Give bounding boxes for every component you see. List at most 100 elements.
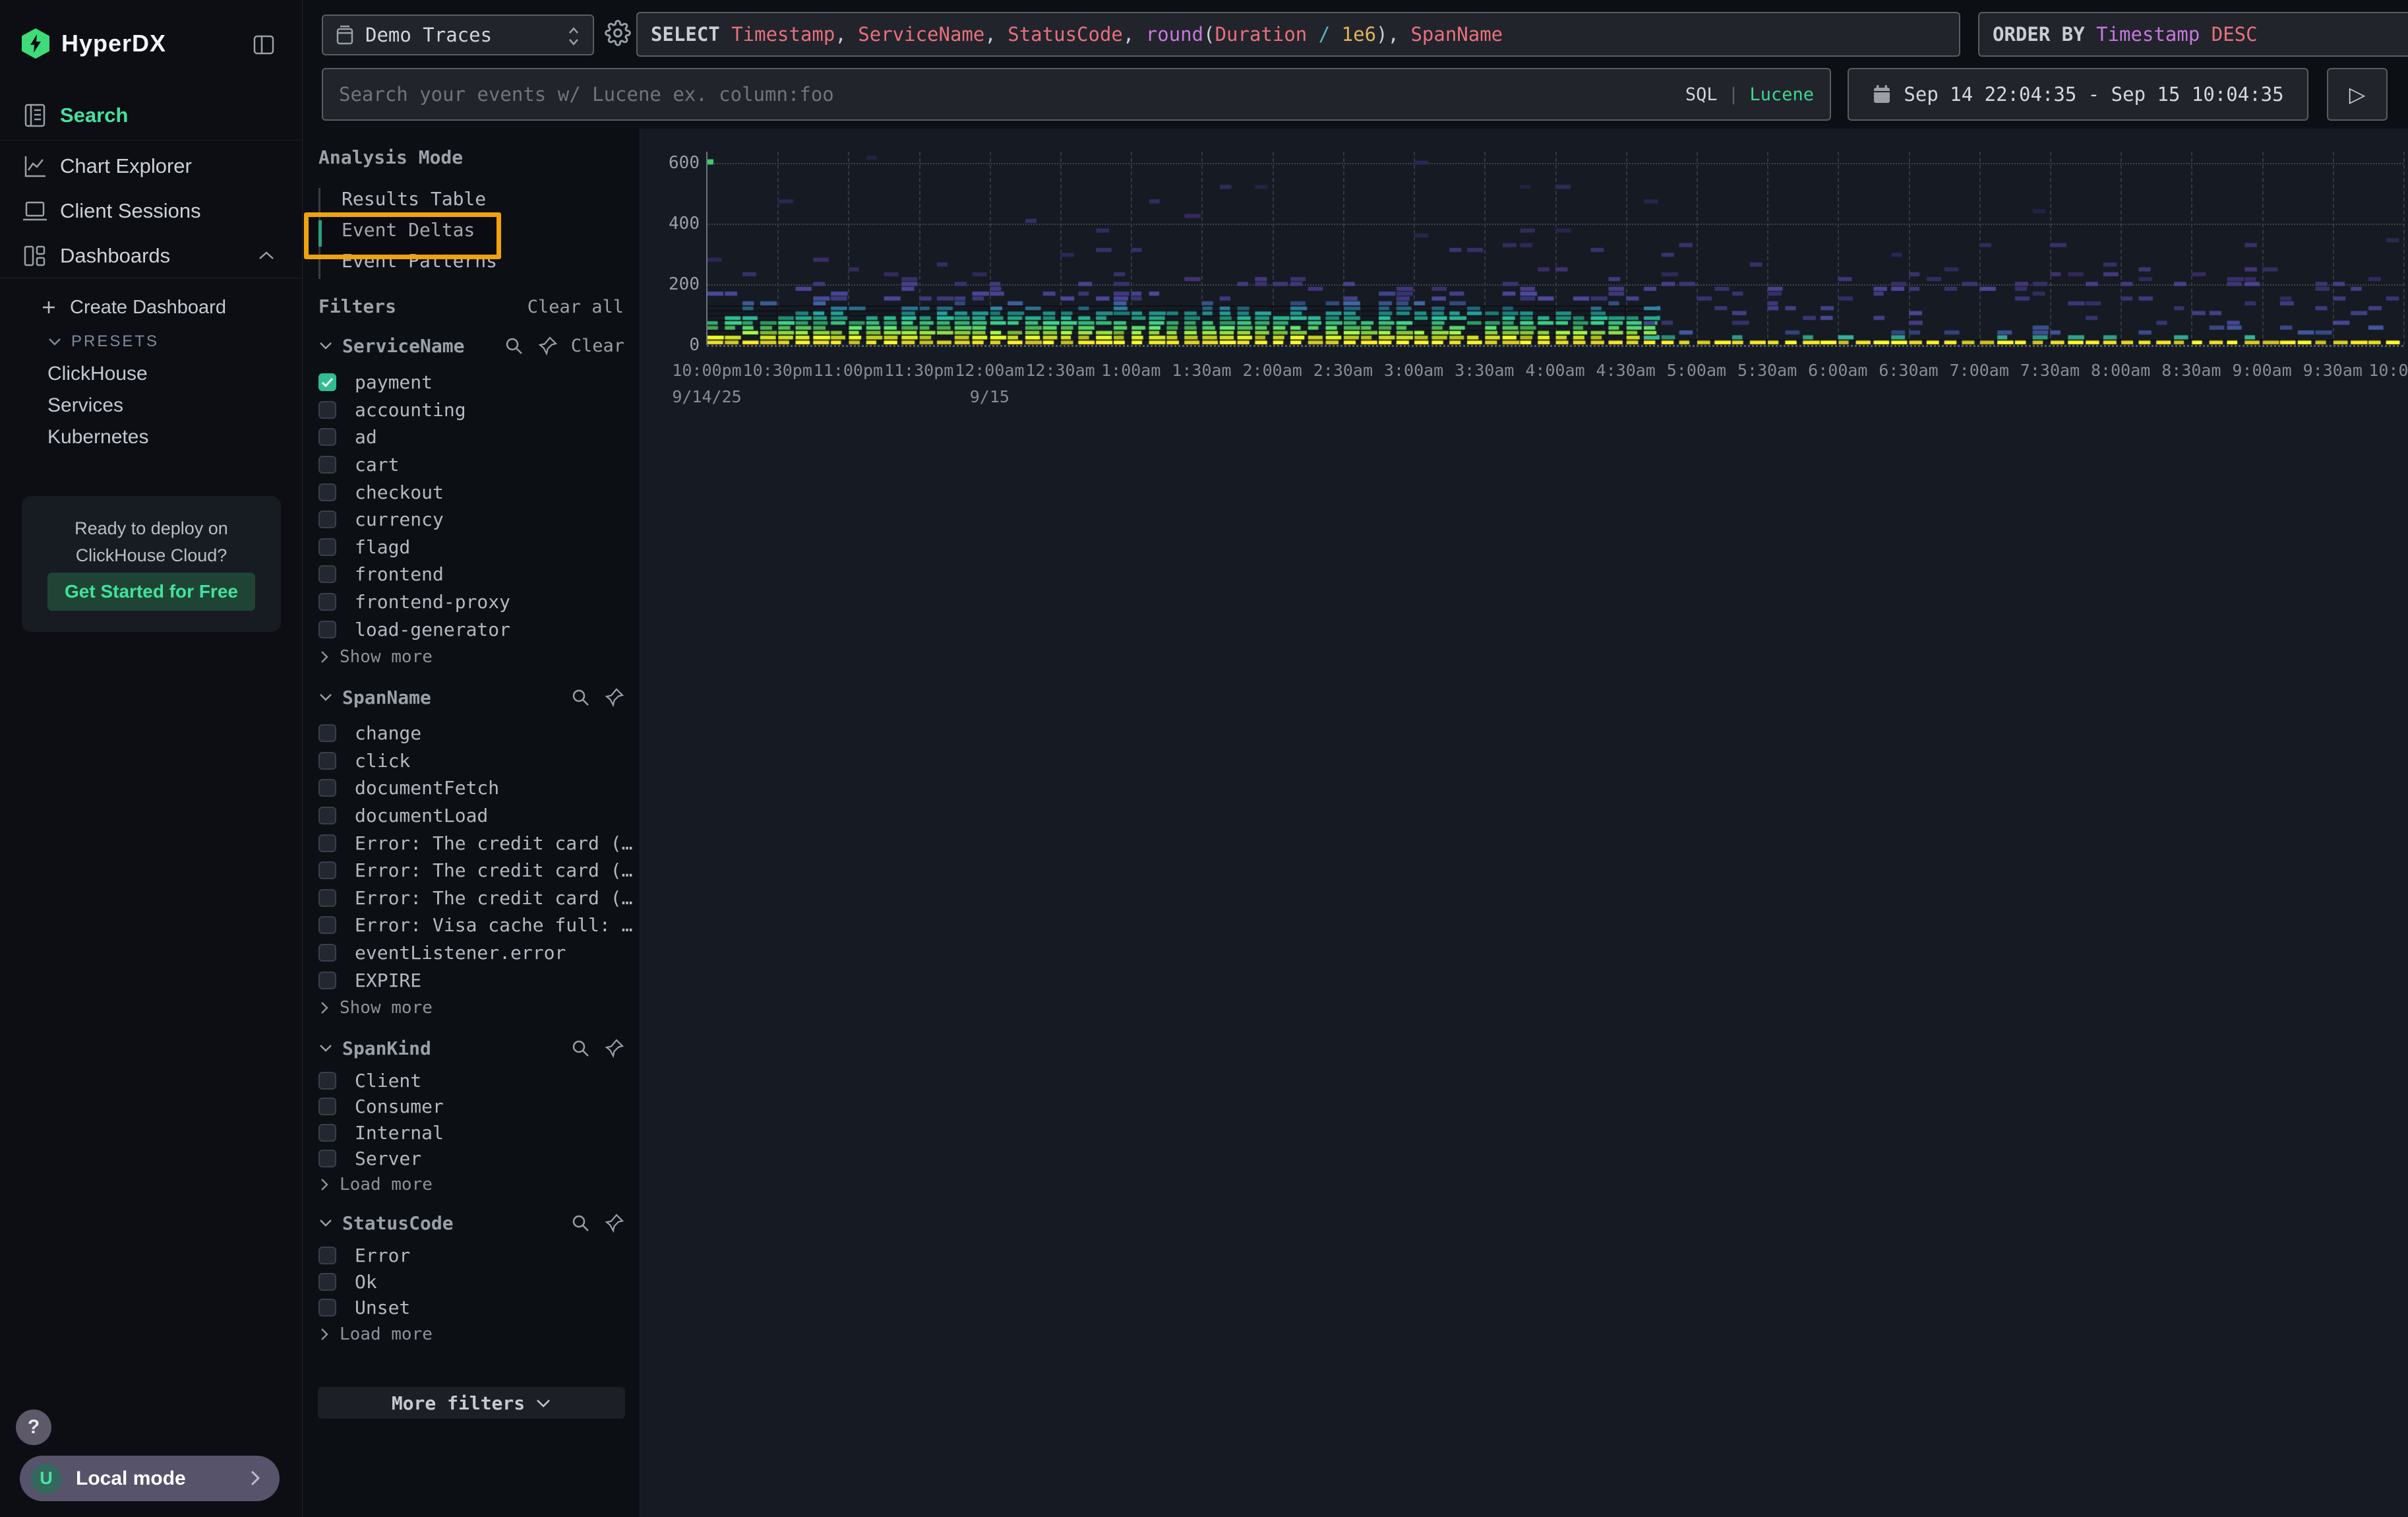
- sidebar-item-search[interactable]: Search: [0, 97, 302, 134]
- search-icon[interactable]: [570, 687, 590, 707]
- checkbox[interactable]: [318, 972, 336, 989]
- filter-checkbox-row[interactable]: Error: Visa cache full: …: [303, 912, 640, 939]
- user-menu[interactable]: U Local mode: [20, 1456, 280, 1501]
- checkbox-checked[interactable]: [318, 373, 336, 391]
- query-language-toggle[interactable]: SQL | Lucene: [1685, 84, 1814, 105]
- filter-checkbox-row[interactable]: Client: [303, 1068, 640, 1094]
- events-heatmap-chart[interactable]: 6004002000 10:00pm10:30pm11:00pm11:30pm1…: [640, 129, 2408, 1517]
- chevron-down-icon[interactable]: [318, 1218, 333, 1227]
- checkbox[interactable]: [318, 456, 336, 474]
- collapse-sidebar-icon[interactable]: [252, 33, 276, 61]
- filter-checkbox-row[interactable]: change: [303, 720, 640, 747]
- checkbox[interactable]: [318, 752, 336, 770]
- sidebar-item-dashboards[interactable]: Dashboards: [0, 237, 302, 274]
- search-icon[interactable]: [570, 1213, 590, 1233]
- checkbox[interactable]: [318, 1273, 336, 1291]
- checkbox[interactable]: [318, 428, 336, 446]
- sidebar-item-chart-explorer[interactable]: Chart Explorer: [0, 148, 302, 185]
- order-by-editor[interactable]: ORDER BY Timestamp DESC: [1978, 12, 2408, 57]
- checkbox[interactable]: [318, 483, 336, 501]
- filter-checkbox-row[interactable]: flagd: [303, 534, 640, 561]
- checkbox[interactable]: [318, 861, 336, 879]
- filter-checkbox-row[interactable]: eventListener.error: [303, 939, 640, 967]
- clear-all-filters-button[interactable]: Clear all: [527, 297, 624, 317]
- filter-checkbox-row[interactable]: Error: The credit card (…: [303, 857, 640, 884]
- checkbox[interactable]: [318, 538, 336, 556]
- checkbox[interactable]: [318, 511, 336, 528]
- show-more-button[interactable]: Load more: [303, 1171, 640, 1197]
- checkbox[interactable]: [318, 1072, 336, 1090]
- filter-checkbox-row[interactable]: Internal: [303, 1120, 640, 1146]
- sql-toggle[interactable]: SQL: [1685, 84, 1718, 105]
- checkbox[interactable]: [318, 1124, 336, 1142]
- chevron-down-icon[interactable]: [318, 341, 333, 350]
- checkbox[interactable]: [318, 1098, 336, 1115]
- run-query-button[interactable]: ▷: [2327, 68, 2388, 121]
- time-range-picker[interactable]: Sep 14 22:04:35 - Sep 15 10:04:35: [1848, 68, 2308, 121]
- show-more-button[interactable]: Show more: [303, 643, 640, 671]
- filter-checkbox-row[interactable]: payment: [303, 369, 640, 396]
- filter-checkbox-row[interactable]: documentLoad: [303, 802, 640, 830]
- heatmap-canvas[interactable]: [707, 152, 2403, 345]
- pin-icon[interactable]: [605, 687, 624, 707]
- pin-icon[interactable]: [538, 336, 558, 356]
- filter-checkbox-row[interactable]: frontend: [303, 561, 640, 588]
- lucene-toggle[interactable]: Lucene: [1749, 84, 1814, 105]
- analysis-mode-event-patterns[interactable]: Event Patterns: [322, 247, 599, 274]
- create-dashboard-button[interactable]: Create Dashboard: [0, 293, 302, 322]
- checkbox[interactable]: [318, 401, 336, 419]
- pin-icon[interactable]: [605, 1038, 624, 1058]
- checkbox[interactable]: [318, 565, 336, 583]
- more-filters-button[interactable]: More filters: [318, 1387, 625, 1419]
- filter-checkbox-row[interactable]: accounting: [303, 396, 640, 424]
- checkbox[interactable]: [318, 834, 336, 852]
- filter-checkbox-row[interactable]: checkout: [303, 478, 640, 506]
- filter-checkbox-row[interactable]: Error: The credit card (…: [303, 884, 640, 912]
- filter-checkbox-row[interactable]: Consumer: [303, 1094, 640, 1119]
- filter-checkbox-row[interactable]: documentFetch: [303, 774, 640, 802]
- filter-checkbox-row[interactable]: ad: [303, 423, 640, 451]
- chevron-down-icon[interactable]: [318, 1043, 333, 1053]
- filter-checkbox-row[interactable]: EXPIRE: [303, 966, 640, 994]
- filter-checkbox-row[interactable]: Ok: [303, 1269, 640, 1295]
- sidebar-item-clickhouse[interactable]: ClickHouse: [0, 360, 302, 388]
- chevron-down-icon[interactable]: [318, 693, 333, 702]
- checkbox[interactable]: [318, 807, 336, 824]
- filter-checkbox-row[interactable]: Error: [303, 1243, 640, 1269]
- filter-checkbox-row[interactable]: Error: The credit card (…: [303, 829, 640, 857]
- sidebar-item-kubernetes[interactable]: Kubernetes: [0, 423, 302, 451]
- settings-gear-icon[interactable]: [605, 20, 631, 51]
- sql-select-editor[interactable]: SELECT Timestamp, ServiceName, StatusCod…: [636, 12, 1960, 57]
- search-icon[interactable]: [570, 1038, 590, 1058]
- get-started-button[interactable]: Get Started for Free: [47, 573, 255, 611]
- checkbox[interactable]: [318, 593, 336, 611]
- filter-checkbox-row[interactable]: Unset: [303, 1295, 640, 1321]
- checkbox[interactable]: [318, 1150, 336, 1167]
- checkbox[interactable]: [318, 724, 336, 742]
- checkbox[interactable]: [318, 916, 336, 934]
- checkbox[interactable]: [318, 1247, 336, 1264]
- checkbox[interactable]: [318, 621, 336, 638]
- filter-checkbox-row[interactable]: click: [303, 747, 640, 775]
- sidebar-item-client-sessions[interactable]: Client Sessions: [0, 193, 302, 230]
- filter-checkbox-row[interactable]: Server: [303, 1146, 640, 1171]
- chevron-up-icon[interactable]: [257, 250, 276, 262]
- filter-checkbox-row[interactable]: load-generator: [303, 615, 640, 643]
- search-input[interactable]: [339, 83, 1685, 106]
- checkbox[interactable]: [318, 944, 336, 962]
- clear-group-button[interactable]: Clear: [571, 336, 624, 356]
- help-button[interactable]: ?: [16, 1409, 51, 1445]
- show-more-button[interactable]: Show more: [303, 994, 640, 1022]
- show-more-button[interactable]: Load more: [303, 1321, 640, 1347]
- sidebar-item-services[interactable]: Services: [0, 392, 302, 419]
- search-icon[interactable]: [504, 336, 524, 356]
- pin-icon[interactable]: [605, 1213, 624, 1233]
- source-select[interactable]: Demo Traces: [322, 15, 594, 55]
- analysis-mode-event-deltas[interactable]: Event Deltas: [322, 216, 599, 243]
- filter-checkbox-row[interactable]: cart: [303, 451, 640, 479]
- filter-checkbox-row[interactable]: frontend-proxy: [303, 588, 640, 616]
- analysis-mode-results-table[interactable]: Results Table: [322, 185, 599, 212]
- filter-checkbox-row[interactable]: currency: [303, 506, 640, 534]
- presets-toggle[interactable]: PRESETS: [0, 328, 302, 355]
- checkbox[interactable]: [318, 1299, 336, 1316]
